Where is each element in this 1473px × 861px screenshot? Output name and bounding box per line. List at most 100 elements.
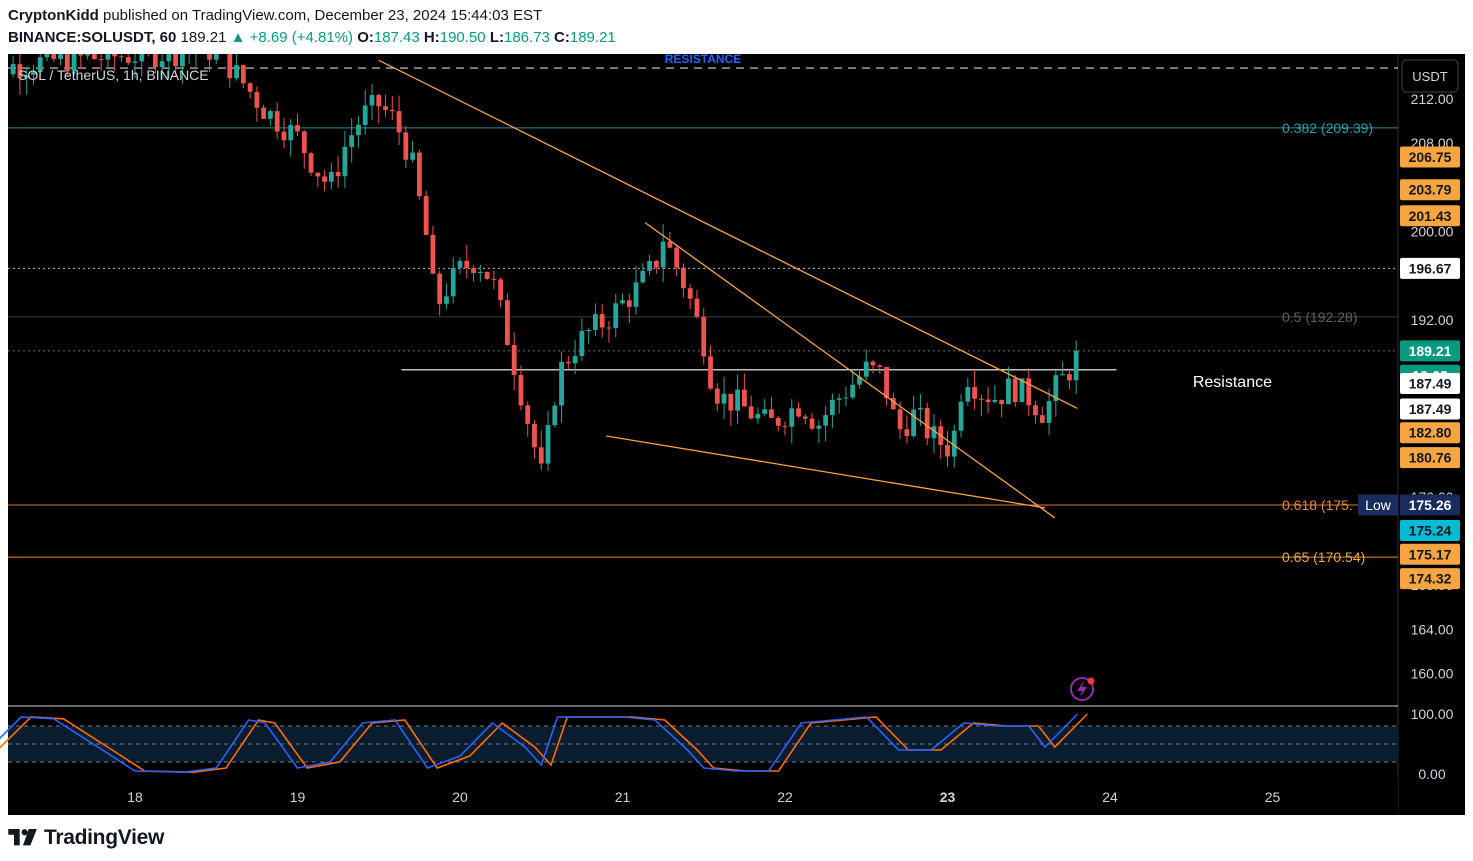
- candle-body: [653, 260, 659, 268]
- x-tick-22: 22: [777, 789, 793, 805]
- candle-body: [247, 83, 253, 92]
- candle-body: [1012, 378, 1018, 402]
- osc-tick-label: 0.00: [1418, 766, 1445, 782]
- candle-body: [166, 54, 172, 62]
- candle-body: [416, 152, 422, 197]
- candle-body: [504, 300, 510, 345]
- candle-body: [328, 172, 334, 182]
- candle-body: [884, 366, 889, 399]
- candle-body: [552, 405, 558, 426]
- high-value: 190.50: [439, 29, 486, 46]
- candle-body: [362, 105, 368, 125]
- last-price: 189.21: [180, 29, 227, 46]
- candle-body: [423, 196, 429, 235]
- x-tick-23: 23: [940, 789, 956, 805]
- candle-body: [525, 405, 531, 424]
- tradingview-logo-icon: [8, 829, 37, 846]
- fib-0382-label: 0.382 (209.39): [1282, 120, 1373, 136]
- candle-body: [606, 327, 612, 329]
- candle-body: [173, 54, 179, 67]
- candle-body: [877, 365, 883, 367]
- candle-body: [802, 416, 808, 419]
- candle-body: [626, 300, 632, 307]
- candle-body: [708, 356, 713, 389]
- candle-body: [518, 374, 524, 406]
- close-label: C:: [554, 29, 570, 46]
- osc-tick-label: 100.00: [1411, 706, 1454, 722]
- candle-body: [579, 331, 585, 357]
- candle-body: [403, 132, 409, 160]
- candle-body: [240, 65, 246, 84]
- candle-body: [112, 54, 118, 57]
- candle-body: [268, 111, 273, 119]
- candle-body: [125, 57, 131, 63]
- candle-body: [924, 407, 930, 439]
- candle-body: [911, 409, 917, 437]
- candle-body: [444, 296, 449, 304]
- candle-body: [992, 399, 998, 403]
- candle-body: [978, 398, 984, 400]
- candle-body: [1060, 374, 1066, 376]
- price-tag-175-26: 175.26: [1409, 497, 1452, 513]
- candle-body: [748, 406, 754, 419]
- x-tick-20: 20: [452, 789, 468, 805]
- candle-body: [755, 413, 761, 419]
- candle-body: [829, 399, 835, 416]
- candle-body: [51, 54, 57, 59]
- candle-body: [674, 247, 680, 268]
- candle-body: [762, 409, 768, 414]
- candle-body: [904, 429, 910, 437]
- candle-body: [85, 54, 91, 56]
- candle-body: [288, 125, 294, 141]
- candle-body: [958, 401, 964, 431]
- candle-body: [119, 56, 124, 58]
- candle-body: [139, 54, 145, 62]
- candle-body: [349, 135, 355, 147]
- candle-body: [430, 234, 436, 274]
- candle-body: [647, 260, 652, 271]
- author: CryptonKidd: [8, 7, 99, 24]
- price-tag-182-80: 182.80: [1409, 425, 1452, 441]
- price-tag-206-75: 206.75: [1409, 149, 1452, 165]
- footer-brand: TradingView: [8, 826, 164, 850]
- fib-05-label: 0.5 (192.28): [1282, 309, 1358, 325]
- high-label: H:: [423, 29, 440, 46]
- candle-body: [870, 361, 876, 366]
- candle-body: [1073, 350, 1079, 381]
- time-axis: 18 19 20 21 22 23 24 25: [8, 779, 1398, 815]
- candle-body: [836, 398, 842, 400]
- candle-body: [78, 54, 84, 56]
- price-chart[interactable]: RESISTANCE 0.382 (209.39) 0.5 (192.28) 0.61…: [0, 54, 1473, 815]
- candle-body: [105, 54, 111, 60]
- candle-body: [687, 288, 693, 299]
- candle-body: [599, 314, 605, 328]
- candle-body: [681, 267, 686, 289]
- x-tick-21: 21: [615, 789, 631, 805]
- currency-button[interactable]: USDT: [1401, 59, 1459, 93]
- open-label: O:: [357, 29, 374, 46]
- candle-body: [843, 397, 849, 399]
- candle-body: [1039, 415, 1045, 423]
- symbol-ohlc: BINANCE:SOLUSDT, 60 189.21 ▲ +8.69 (+4.8…: [8, 29, 616, 46]
- candle-body: [389, 109, 395, 112]
- candle-body: [132, 61, 138, 63]
- x-tick-25: 25: [1265, 789, 1281, 805]
- candle-body: [471, 268, 476, 273]
- y-tick-label: 164.00: [1411, 621, 1454, 637]
- brand-name: TradingView: [44, 826, 165, 849]
- price-tag-174-32: 174.32: [1409, 571, 1452, 587]
- candle-body: [498, 279, 504, 301]
- low-value: 186.73: [503, 29, 550, 46]
- chart-background: [8, 54, 1465, 815]
- candle-body: [477, 271, 483, 273]
- candle-body: [633, 282, 639, 307]
- candle-body: [532, 423, 537, 448]
- time-axis-bg: [8, 779, 1398, 815]
- low-label: Low: [1365, 497, 1392, 513]
- candle-body: [586, 329, 592, 332]
- candle-body: [897, 409, 903, 430]
- candle-body: [775, 417, 781, 426]
- candle-body: [301, 131, 307, 154]
- candle-body: [545, 425, 551, 464]
- x-tick-19: 19: [290, 789, 306, 805]
